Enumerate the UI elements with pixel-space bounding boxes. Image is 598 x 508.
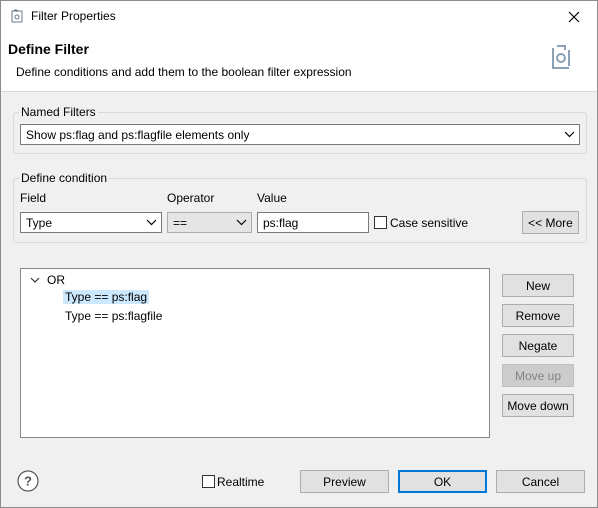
- filter-refresh-icon: [552, 45, 570, 69]
- filter-properties-dialog: Filter Properties Define Filter Define c…: [0, 0, 598, 508]
- named-filters-select[interactable]: Show ps:flag and ps:flagfile elements on…: [20, 124, 580, 145]
- preview-button[interactable]: Preview: [300, 470, 389, 493]
- named-filters-label: Named Filters: [19, 105, 98, 119]
- move-up-button[interactable]: Move up: [502, 364, 574, 387]
- close-icon: [568, 11, 580, 22]
- value-input[interactable]: ps:flag: [257, 212, 369, 233]
- tree-item[interactable]: Type == ps:flagfile: [65, 309, 162, 323]
- help-icon[interactable]: ?: [17, 470, 39, 492]
- more-button[interactable]: << More: [522, 211, 579, 234]
- field-label: Field: [20, 191, 47, 205]
- operator-label: Operator: [167, 191, 215, 205]
- realtime-checkbox[interactable]: [202, 475, 215, 488]
- tree-root-or[interactable]: OR: [47, 273, 65, 287]
- negate-button[interactable]: Negate: [502, 334, 574, 357]
- field-select[interactable]: Type: [20, 212, 162, 233]
- window-title: Filter Properties: [31, 9, 116, 23]
- define-condition-label: Define condition: [19, 171, 110, 185]
- chevron-down-icon[interactable]: [30, 276, 40, 284]
- case-sensitive-label: Case sensitive: [390, 216, 469, 230]
- operator-select-value: ==: [173, 216, 188, 230]
- chevron-down-icon: [236, 219, 247, 226]
- move-down-button[interactable]: Move down: [502, 394, 574, 417]
- svg-text:?: ?: [24, 474, 32, 489]
- new-button[interactable]: New: [502, 274, 574, 297]
- value-label: Value: [257, 191, 287, 205]
- case-sensitive-checkbox[interactable]: [374, 216, 387, 229]
- dialog-header: Define Filter Define conditions and add …: [1, 32, 597, 92]
- ok-button[interactable]: OK: [398, 470, 487, 493]
- header-description: Define conditions and add them to the bo…: [16, 65, 352, 79]
- define-condition-group: [13, 178, 587, 243]
- header-title: Define Filter: [8, 41, 89, 57]
- remove-button[interactable]: Remove: [502, 304, 574, 327]
- filter-icon: [11, 9, 23, 23]
- field-select-value: Type: [26, 216, 53, 230]
- realtime-label: Realtime: [217, 475, 265, 489]
- tree-item[interactable]: Type == ps:flag: [63, 290, 150, 304]
- operator-select[interactable]: ==: [167, 212, 252, 233]
- condition-tree[interactable]: OR Type == ps:flag Type == ps:flagfile: [20, 268, 490, 438]
- cancel-button[interactable]: Cancel: [496, 470, 585, 493]
- close-button[interactable]: [551, 1, 597, 32]
- title-bar: Filter Properties: [1, 1, 597, 32]
- named-filters-value: Show ps:flag and ps:flagfile elements on…: [26, 128, 250, 142]
- chevron-down-icon: [564, 131, 575, 138]
- chevron-down-icon: [146, 219, 157, 226]
